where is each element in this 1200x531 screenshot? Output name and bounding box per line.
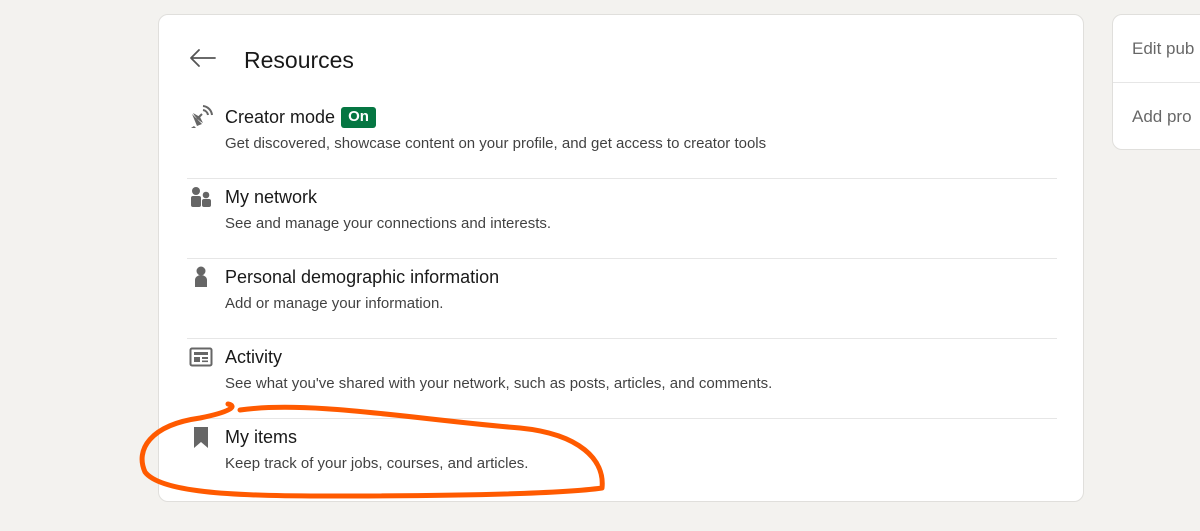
item-label: Activity xyxy=(225,347,283,367)
item-description: Add or manage your information. xyxy=(225,295,444,312)
item-label: Personal demographic information xyxy=(225,267,500,287)
item-label: Creator mode xyxy=(225,107,336,127)
satellite-dish-icon xyxy=(189,105,213,129)
profile-side-panel: Edit pub Add pro xyxy=(1112,14,1200,150)
status-badge: On xyxy=(341,107,376,128)
item-description: Keep track of your jobs, courses, and ar… xyxy=(225,455,529,472)
list-item-creator-mode[interactable]: Creator mode On Get discovered, showcase… xyxy=(187,99,1057,179)
list-item-activity[interactable]: Activity See what you've shared with you… xyxy=(187,339,1057,419)
newspaper-icon xyxy=(189,345,213,369)
edit-public-profile-link[interactable]: Edit pub xyxy=(1132,39,1194,59)
item-description: Get discovered, showcase content on your… xyxy=(225,135,767,152)
item-label: My items xyxy=(225,427,297,447)
people-icon xyxy=(189,185,213,209)
arrow-left-icon xyxy=(190,49,216,67)
side-divider xyxy=(1113,82,1200,83)
list-item-my-network[interactable]: My network See and manage your connectio… xyxy=(187,179,1057,259)
resources-list: Creator mode On Get discovered, showcase… xyxy=(187,99,1057,499)
resources-card: Resources Creator mode On Get discovered… xyxy=(158,14,1084,502)
list-item-my-items[interactable]: My items Keep track of your jobs, course… xyxy=(187,419,1057,499)
back-button[interactable] xyxy=(187,45,217,71)
item-description: See what you've shared with your network… xyxy=(225,375,773,392)
add-profile-link[interactable]: Add pro xyxy=(1132,107,1192,127)
item-label: My network xyxy=(225,187,318,207)
page-title: Resources xyxy=(244,47,354,73)
item-description: See and manage your connections and inte… xyxy=(225,215,552,232)
bookmark-icon xyxy=(189,425,213,449)
person-icon xyxy=(189,265,213,289)
list-item-demographic-info[interactable]: Personal demographic information Add or … xyxy=(187,259,1057,339)
